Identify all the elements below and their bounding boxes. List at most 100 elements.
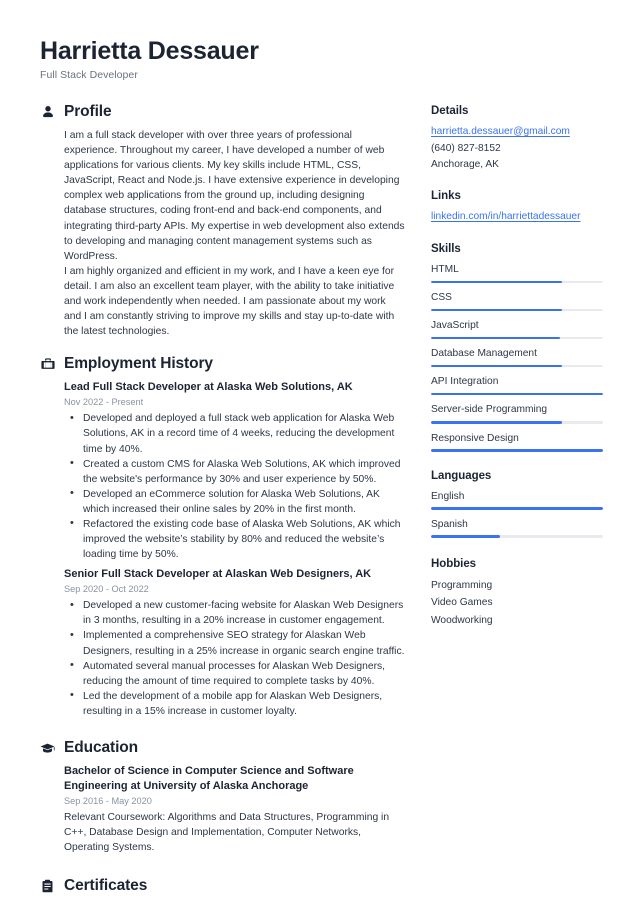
sidebar-title-languages: Languages [431,469,492,482]
skill-row: JavaScript [431,318,603,340]
employment-entry-date: Sep 2020 - Oct 2022 [64,584,149,595]
linkedin-link[interactable]: linkedin.com/in/harriettadessauer [431,209,603,226]
education-entry: Bachelor of Science in Computer Science … [64,764,405,855]
skill-meter-track [431,364,603,368]
section-education: Education Bachelor of Science in Compute… [40,739,405,855]
education-entry-date: Sep 2016 - May 2020 [64,796,152,806]
education-entry-title: Bachelor of Science in Computer Science … [64,765,354,792]
sidebar-title-hobbies: Hobbies [431,557,477,570]
resume-header: Harrietta Dessauer Full Stack Developer [40,36,600,81]
section-header-profile: Profile [40,103,405,121]
section-title-certificates: Certificates [64,877,148,895]
section-title-education: Education [64,739,139,756]
sidebar-block-hobbies: Hobbies Programming Video Games Woodwork… [431,558,603,630]
skill-meter-fill [431,449,603,452]
sidebar-title-skills: Skills [431,243,461,255]
email-link[interactable]: harrietta.dessauer@gmail.com [431,124,603,141]
section-title-employment: Employment History [64,355,213,373]
sidebar-block-languages: Languages English Spanish [431,470,603,538]
location: Anchorage, AK [431,159,499,170]
employment-entry-title: Senior Full Stack Developer at Alaskan W… [64,568,372,581]
section-profile: Profile I am a full stack developer with… [40,103,405,339]
employment-entry-bullets: Developed a new customer-facing website … [64,598,405,719]
skill-meter-fill [431,392,603,396]
employment-entry-date: Nov 2022 - Present [64,397,144,408]
language-label: English [431,490,465,502]
list-item: Led the development of a mobile app for … [64,688,405,719]
job-title: Full Stack Developer [40,69,138,81]
sidebar-block-skills: Skills HTML CSS JavaScript Database Mana… [431,243,603,452]
skill-row: Server-side Programming [431,402,603,424]
skill-row: CSS [431,290,603,312]
skill-label: Server-side Programming [431,404,548,416]
resume-body: Profile I am a full stack developer with… [40,103,603,905]
certificate-icon [40,879,55,894]
resume-page: Harrietta Dessauer Full Stack Developer … [0,0,640,905]
employment-entry-bullets: Developed and deployed a full stack web … [64,411,405,562]
language-meter-fill [431,507,603,510]
skill-label: HTML [431,264,459,275]
hobby-item: Woodworking [431,614,493,626]
language-meter-track [431,507,603,510]
hobby-item: Video Games [431,597,493,609]
section-body-education: Bachelor of Science in Computer Science … [40,764,405,855]
briefcase-icon [40,357,55,372]
list-item: Refactored the existing code base of Ala… [64,516,405,562]
skill-label: JavaScript [431,320,479,332]
language-meter-track [431,535,603,538]
skill-meter-fill [431,364,562,368]
employment-entry-title: Lead Full Stack Developer at Alaska Web … [64,381,353,394]
section-employment-history: Employment History Lead Full Stack Devel… [40,355,405,719]
list-item: Automated several manual processes for A… [64,658,405,689]
section-header-certificates: Certificates [40,877,405,895]
profile-text: I am a full stack developer with over th… [64,130,405,338]
skill-meter-track [431,336,603,340]
skill-meter-track [431,280,603,284]
employment-entry: Senior Full Stack Developer at Alaskan W… [64,567,405,719]
skill-meter-fill [431,308,562,312]
list-item: Developed a new customer-facing website … [64,598,405,628]
sidebar-block-links: Links linkedin.com/in/harriettadessauer [431,190,603,226]
skill-row: Database Management [431,346,603,368]
language-label: Spanish [431,518,468,530]
sidebar-block-details: Details harrietta.dessauer@gmail.com (64… [431,105,603,174]
skill-label: Responsive Design [431,432,519,444]
language-row: English [431,489,603,510]
skill-meter-track [431,308,603,312]
skill-label: API Integration [431,376,499,388]
graduation-cap-icon [40,741,55,756]
skill-meter-fill [431,280,562,284]
employment-entry: Lead Full Stack Developer at Alaska Web … [64,380,405,562]
section-body-employment: Lead Full Stack Developer at Alaska Web … [40,380,405,719]
user-icon [40,105,55,120]
sidebar-title-details: Details [431,105,469,117]
section-body-profile: I am a full stack developer with over th… [40,128,405,339]
section-certificates: Certificates [40,877,405,895]
skill-meter-track [431,392,603,396]
list-item: Created a custom CMS for Alaska Web Solu… [64,456,405,487]
skill-row: API Integration [431,374,603,396]
skill-label: CSS [431,292,452,304]
skill-meter-fill [431,336,560,340]
main-column: Profile I am a full stack developer with… [40,103,405,905]
page-title: Harrietta Dessauer [40,37,259,65]
skill-row: HTML [431,262,603,284]
list-item: Developed an eCommerce solution for Alas… [64,486,405,517]
skill-label: Database Management [431,348,537,360]
skill-meter-fill [431,420,562,424]
education-entry-description: Relevant Coursework: Algorithms and Data… [64,812,390,854]
skill-meter-track [431,420,603,424]
phone-number: (640) 827-8152 [431,142,501,154]
list-item: Implemented a comprehensive SEO strategy… [64,628,405,658]
skill-meter-track [431,449,603,452]
language-meter-fill [431,535,500,538]
section-title-profile: Profile [64,103,112,120]
language-row: Spanish [431,517,603,538]
hobby-item: Programming [431,579,493,591]
skill-row: Responsive Design [431,431,603,452]
sidebar-title-links: Links [431,189,461,202]
list-item: Developed and deployed a full stack web … [64,411,405,456]
sidebar-column: Details harrietta.dessauer@gmail.com (64… [431,103,603,645]
section-header-education: Education [40,739,405,757]
section-header-employment: Employment History [40,355,405,373]
